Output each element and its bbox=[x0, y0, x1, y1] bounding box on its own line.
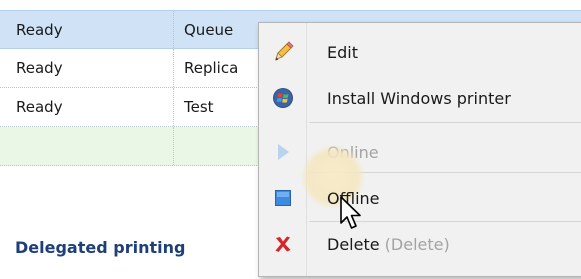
name-cell: Queue bbox=[184, 20, 234, 39]
play-arrow-icon bbox=[259, 129, 307, 175]
menu-item-label: Edit bbox=[327, 42, 358, 62]
red-x-icon bbox=[259, 221, 307, 267]
menu-item-label: Delete (Delete) bbox=[327, 235, 450, 254]
menu-item-label: Install Windows printer bbox=[327, 88, 511, 108]
name-cell: Replica bbox=[184, 59, 239, 77]
menu-separator bbox=[309, 122, 581, 123]
menu-item-delete[interactable]: Delete (Delete) bbox=[259, 221, 581, 267]
menu-item-edit[interactable]: Edit bbox=[259, 29, 581, 75]
status-cell bbox=[0, 127, 174, 165]
shortcut-hint: (Delete) bbox=[384, 234, 450, 254]
menu-item-offline[interactable]: Offline bbox=[259, 175, 581, 221]
context-menu: Edit Install Windows printer Offline Del… bbox=[258, 22, 581, 277]
mouse-pointer-icon bbox=[339, 195, 363, 231]
menu-item-install-windows-printer[interactable]: Install Windows printer bbox=[259, 75, 581, 121]
status-cell: Ready bbox=[0, 11, 174, 48]
section-title: Delegated printing bbox=[15, 238, 186, 257]
status-cell: Ready bbox=[0, 88, 174, 126]
windows-logo-icon bbox=[259, 75, 307, 121]
blue-square-icon bbox=[259, 175, 307, 221]
name-cell bbox=[174, 127, 264, 165]
name-cell: Test bbox=[184, 98, 214, 116]
status-cell: Ready bbox=[0, 49, 174, 87]
printer-list-screen: Ready Queue Ready Replica Ready Test Del… bbox=[0, 0, 581, 279]
delete-label: Delete bbox=[327, 234, 380, 254]
pencil-icon bbox=[259, 29, 307, 75]
